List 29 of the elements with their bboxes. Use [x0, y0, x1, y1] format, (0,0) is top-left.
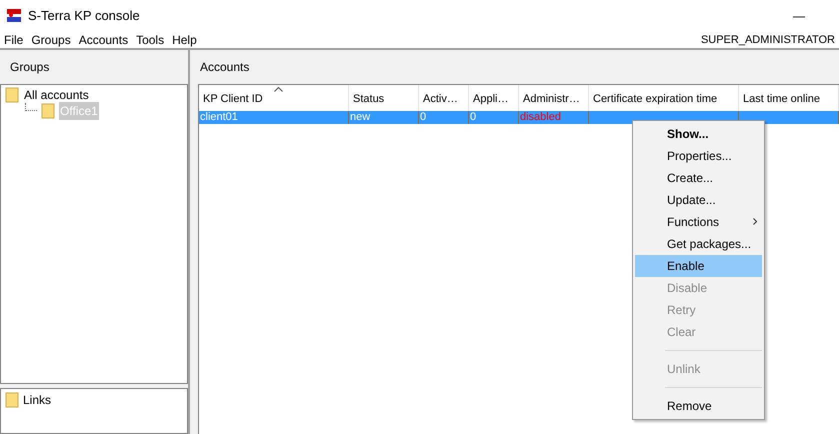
minimize-button[interactable]: — — [781, 7, 817, 25]
folder-icon — [5, 87, 19, 103]
menu-option[interactable]: Enable — [635, 255, 762, 277]
menu-item[interactable]: Accounts — [78, 31, 128, 49]
menu-option[interactable]: Functions — [635, 211, 762, 233]
menu-option[interactable]: Create... — [635, 167, 762, 189]
table-cell: 0 — [470, 111, 476, 123]
menu-item[interactable]: Groups — [31, 31, 71, 49]
tree-item[interactable]: Links — [23, 391, 52, 409]
menu-option[interactable]: Get packages... — [635, 233, 762, 255]
window-title: S-Terra KP console — [28, 7, 140, 26]
tree-item[interactable]: All accounts — [23, 86, 90, 104]
app-logo-icon — [6, 8, 22, 24]
menu-item[interactable]: File — [4, 31, 24, 49]
menu-option[interactable]: Show... — [635, 123, 762, 145]
table-cell: 0 — [420, 111, 426, 123]
folder-icon — [41, 103, 55, 119]
menu-option[interactable]: Remove — [635, 395, 762, 417]
menu-option[interactable]: Update... — [635, 189, 762, 211]
menu-item[interactable]: Help — [172, 31, 197, 49]
panel-title: Accounts — [200, 59, 250, 76]
menu-item[interactable]: Tools — [136, 31, 164, 49]
folder-icon — [5, 392, 19, 408]
table-cell: new — [350, 111, 370, 123]
menu-option[interactable]: Properties... — [635, 145, 762, 167]
table-cell: client01 — [200, 111, 238, 123]
user-label: SUPER_ADMINISTRATOR — [700, 32, 835, 48]
table-cell: disabled — [520, 111, 561, 123]
panel-title: Groups — [10, 59, 50, 76]
